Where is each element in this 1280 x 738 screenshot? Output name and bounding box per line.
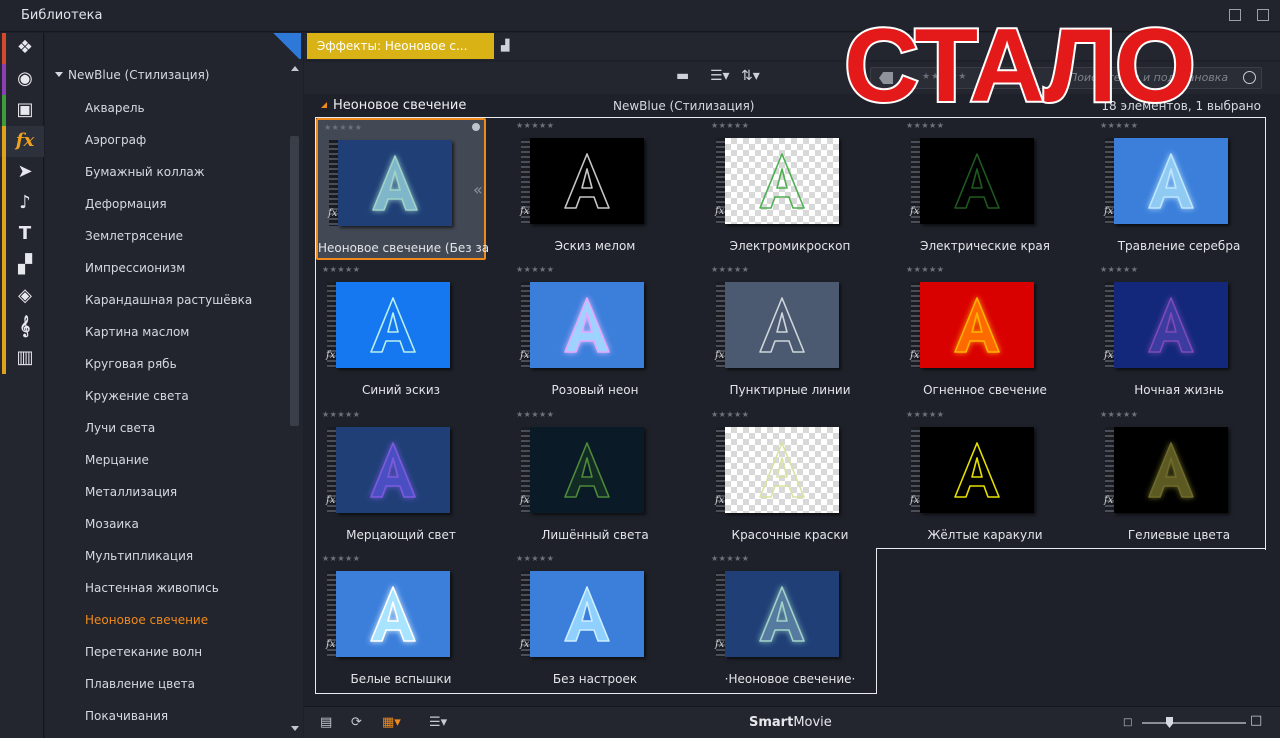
rail-accent — [2, 157, 6, 188]
tree-item[interactable]: Деформация — [85, 197, 167, 211]
bottom-bar: ▤ ⟳ ▦▾ ☰▾ SmartMovie □ □ — [304, 706, 1280, 738]
smartmovie-button[interactable]: SmartMovie — [749, 715, 832, 730]
tree-scrollbar[interactable] — [289, 33, 301, 738]
rail-item[interactable]: ❖ — [0, 33, 44, 64]
video-reel-icon: ◉ — [17, 68, 33, 89]
section-name: Неоновое свечение — [333, 98, 467, 113]
refresh-icon[interactable]: ⟳ — [351, 715, 362, 730]
grid-view-icon[interactable]: ▦▾ — [382, 715, 401, 730]
zoom-slider[interactable] — [1142, 717, 1246, 728]
layers-icon: ◈ — [18, 285, 32, 306]
tree-item[interactable]: Землетрясение — [85, 229, 183, 243]
tree-item[interactable]: Бумажный коллаж — [85, 165, 205, 179]
tree-item[interactable]: Импрессионизм — [85, 261, 185, 275]
rail-accent — [2, 250, 6, 281]
rail-accent — [2, 188, 6, 219]
effects-icon: fx — [15, 130, 35, 151]
tree-item[interactable]: Мозаика — [85, 517, 139, 531]
category-tree: NewBlue (Стилизация) Акварель Аэрограф Бум… — [45, 33, 303, 738]
tree-item[interactable]: Круговая рябь — [85, 357, 177, 371]
scorefitter-icon: 𝄞 — [19, 316, 31, 337]
restore-icon[interactable] — [1257, 9, 1269, 21]
tree-item[interactable]: Аэрограф — [85, 133, 146, 147]
library-browser: Эффекты: Неоновое с... ▟ ▬ ☰▾ ⇅▾ Поиск т… — [304, 33, 1280, 738]
tree-item[interactable]: Мерцание — [85, 453, 149, 467]
copy-icon[interactable]: ▤ — [320, 715, 332, 730]
scroll-thumb[interactable] — [290, 136, 299, 426]
tree-item[interactable]: Неоновое свечение — [85, 613, 208, 627]
rail-accent — [2, 219, 6, 250]
folder-icon[interactable]: ▬ — [676, 68, 689, 84]
rail-item[interactable]: ▥ — [0, 343, 44, 374]
tree-item[interactable]: Карандашная растушёвка — [85, 293, 252, 307]
selection-outline — [315, 548, 877, 694]
overlay-caption: СТАЛО — [842, 8, 1198, 124]
titles-icon: T — [18, 223, 32, 244]
tree-item[interactable]: Мультипликация — [85, 549, 193, 563]
transitions-icon: ➤ — [17, 161, 33, 182]
view-options-icon[interactable]: ☰▾ — [710, 68, 730, 84]
photos-icon: ▣ — [16, 99, 34, 120]
selection-outline — [315, 117, 1266, 550]
tree-root[interactable]: NewBlue (Стилизация) — [55, 68, 209, 82]
rail-item[interactable]: ◉ — [0, 64, 44, 95]
rail-item[interactable]: T — [0, 219, 44, 250]
small-thumb-icon[interactable]: □ — [1123, 717, 1132, 728]
tree-item[interactable]: Кружение света — [85, 389, 189, 403]
tree-item[interactable]: Перетекание волн — [85, 645, 202, 659]
tree-item[interactable]: Плавление цвета — [85, 677, 195, 691]
rail-item[interactable]: ➤ — [0, 157, 44, 188]
sort-icon[interactable]: ⇅▾ — [741, 68, 760, 84]
category-rail: ❖ ◉ ▣ fx ➤ ♪ T ▞ ◈ 𝄞 ▥ — [0, 33, 44, 738]
rail-item[interactable]: ◈ — [0, 281, 44, 312]
pin-icon[interactable] — [271, 33, 301, 59]
rail-item[interactable]: 𝄞 — [0, 312, 44, 343]
new-tab-icon[interactable]: ▟ — [501, 39, 515, 52]
expand-arrow-icon[interactable] — [55, 72, 63, 77]
rail-accent — [2, 281, 6, 312]
scroll-up-icon[interactable] — [291, 66, 299, 71]
rail-accent — [2, 343, 6, 374]
large-thumb-icon[interactable]: □ — [1250, 713, 1262, 728]
selection-outline — [876, 548, 1266, 549]
tree-item[interactable]: Металлизация — [85, 485, 177, 499]
rail-item[interactable]: ▞ — [0, 250, 44, 281]
tree-item[interactable]: Лучи света — [85, 421, 155, 435]
tree-item[interactable]: Картина маслом — [85, 325, 189, 339]
montage-icon: ▞ — [18, 254, 32, 275]
clear-search-icon[interactable] — [1243, 71, 1256, 84]
tree-item[interactable]: Покачивания — [85, 709, 168, 723]
tab-effects[interactable]: Эффекты: Неоновое с... — [307, 33, 494, 59]
collapse-arrow-icon[interactable] — [321, 102, 327, 108]
music-icon: ♪ — [19, 192, 31, 213]
undock-icon[interactable] — [1229, 9, 1241, 21]
zoom-slider-knob[interactable] — [1166, 717, 1173, 728]
scroll-down-icon[interactable] — [291, 726, 299, 731]
rail-accent — [2, 64, 6, 95]
rail-accent — [2, 33, 6, 64]
projects-icon: ❖ — [16, 37, 34, 58]
tree-item[interactable]: Настенная живопись — [85, 581, 219, 595]
rail-item[interactable]: ♪ — [0, 188, 44, 219]
rail-accent — [2, 95, 6, 126]
section-category: NewBlue (Стилизация) — [613, 99, 755, 113]
rail-item[interactable]: ▣ — [0, 95, 44, 126]
piano-icon: ▥ — [16, 347, 34, 368]
window-title: Библиотека — [21, 8, 103, 23]
rail-item[interactable]: fx — [0, 126, 44, 157]
tree-root-label: NewBlue (Стилизация) — [68, 68, 210, 82]
rail-accent — [2, 126, 6, 157]
list-view-icon[interactable]: ☰▾ — [429, 715, 447, 730]
rail-accent — [2, 312, 6, 343]
tree-item[interactable]: Акварель — [85, 101, 145, 115]
